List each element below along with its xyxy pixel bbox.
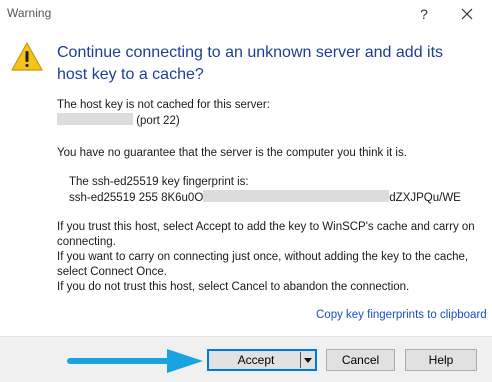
help-button[interactable]: Help	[405, 349, 477, 371]
instruction-connect-once: If you want to carry on connecting just …	[57, 251, 469, 278]
help-title-button[interactable]: ?	[413, 3, 435, 25]
title-bar: Warning ?	[0, 0, 492, 28]
cancel-button[interactable]: Cancel	[326, 349, 395, 371]
accept-button[interactable]: Accept	[207, 349, 317, 371]
instruction-cancel: If you do not trust this host, select Ca…	[57, 281, 410, 293]
instruction-accept: If you trust this host, select Accept to…	[57, 221, 475, 248]
annotation-arrow-icon	[67, 347, 207, 375]
dropdown-arrow-icon[interactable]	[301, 351, 315, 369]
accept-label: Accept	[237, 353, 275, 367]
guarantee-text: You have no guarantee that the server is…	[57, 147, 407, 159]
host-value: (port 22)	[57, 113, 482, 129]
fingerprint-prefix: ssh-ed25519 255 8K6u0O	[69, 192, 204, 204]
host-section: The host key is not cached for this serv…	[57, 98, 482, 129]
redacted-host	[57, 113, 133, 125]
redacted-fingerprint	[203, 190, 390, 202]
fingerprint-suffix: dZXJPQu/WE	[389, 192, 461, 204]
host-port: (port 22)	[136, 115, 180, 127]
dialog-heading: Continue connecting to an unknown server…	[57, 44, 444, 83]
fingerprint-label: The ssh-ed25519 key fingerprint is:	[69, 176, 249, 188]
window-title: Warning	[7, 6, 52, 20]
host-line: The host key is not cached for this serv…	[57, 99, 270, 111]
copy-fingerprints-link[interactable]: Copy key fingerprints to clipboard	[316, 309, 487, 321]
fingerprint-value: ssh-ed25519 255 8K6u0O dZXJPQu/WE	[69, 190, 484, 206]
close-icon[interactable]	[456, 3, 478, 25]
warning-triangle-icon	[10, 41, 44, 72]
fingerprint-section: The ssh-ed25519 key fingerprint is: ssh-…	[69, 175, 484, 206]
instructions: If you trust this host, select Accept to…	[57, 220, 482, 295]
